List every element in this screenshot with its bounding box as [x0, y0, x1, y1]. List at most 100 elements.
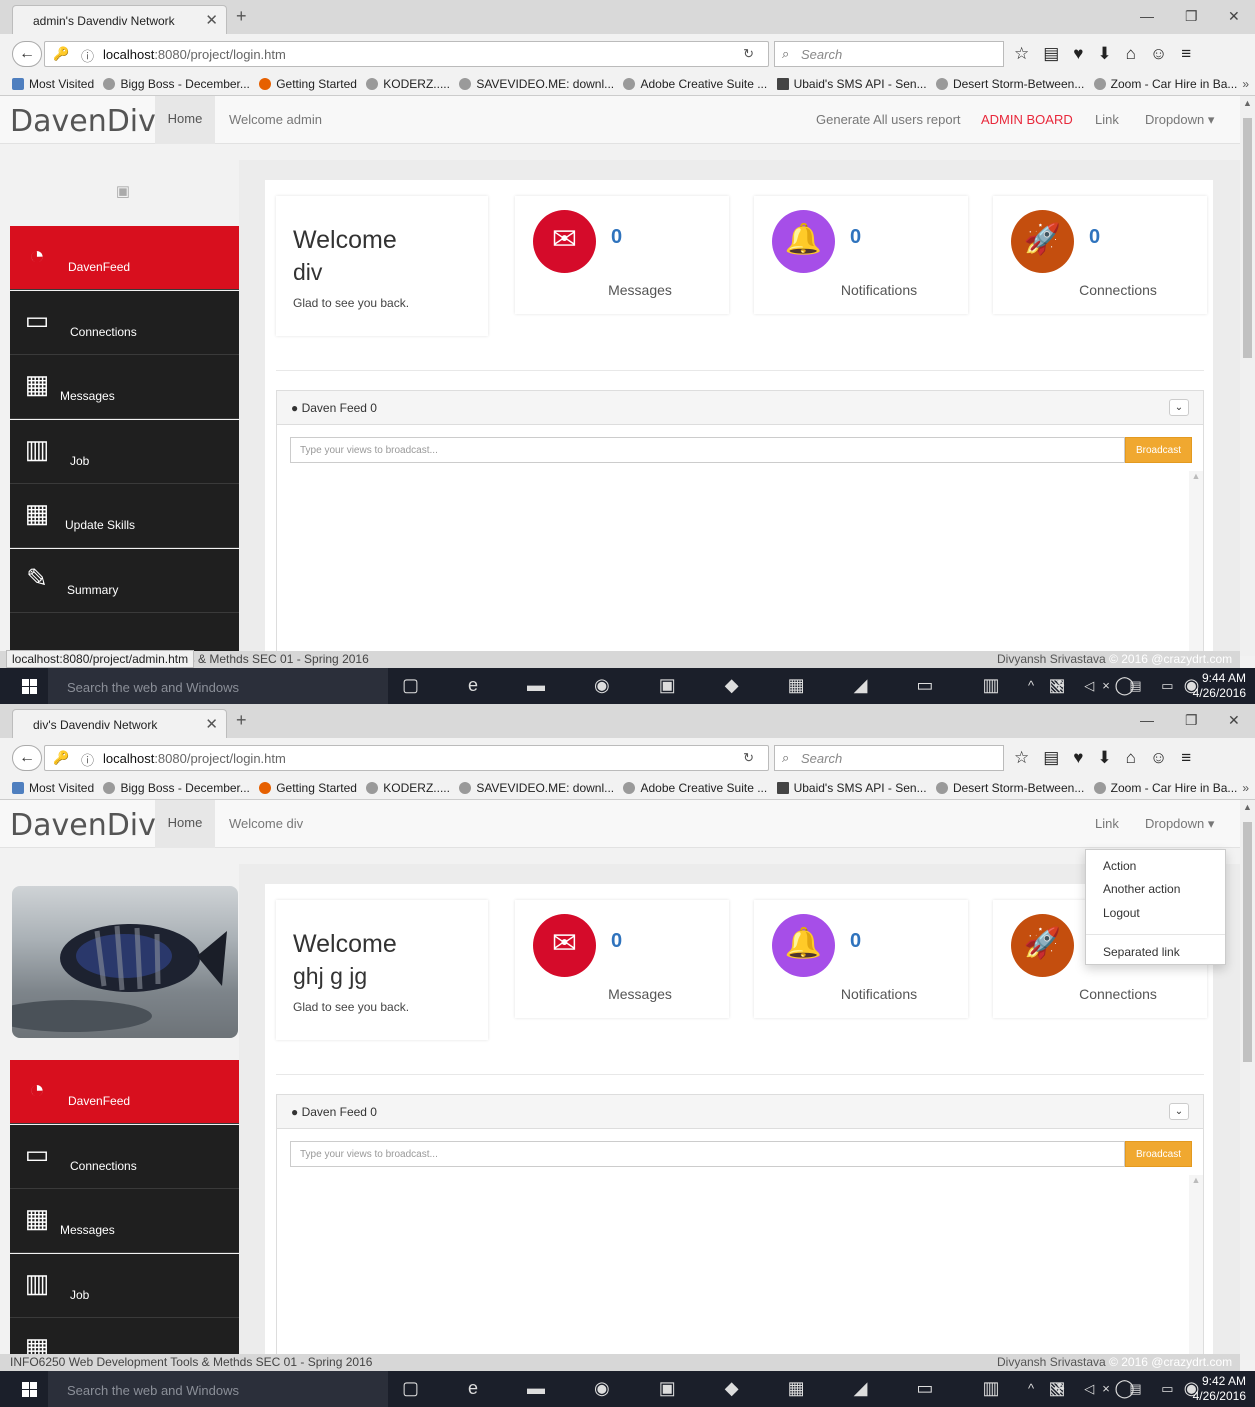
bookmark-item[interactable]: Zoom - Car Hire in Ba... — [1093, 781, 1237, 795]
broadcast-input[interactable]: Type your views to broadcast... — [290, 437, 1125, 463]
nav-dropdown[interactable]: Dropdown ▾ — [1145, 112, 1214, 128]
sidebar-item-update-skills[interactable]: ▦ — [10, 1318, 239, 1362]
more-bookmarks-icon[interactable]: » — [1242, 781, 1249, 795]
info-icon[interactable]: ⓘ — [81, 750, 94, 769]
restore-icon[interactable]: ❐ — [1185, 8, 1198, 25]
back-icon[interactable]: ← — [12, 41, 42, 67]
bookmark-item[interactable]: KODERZ..... — [366, 781, 450, 795]
browser-tab[interactable]: div's Davendiv Network ✕ — [12, 709, 227, 738]
nav-link[interactable]: Link — [1095, 112, 1119, 127]
bookmark-item[interactable]: Getting Started — [259, 77, 357, 91]
close-tab-icon[interactable]: ✕ — [205, 715, 218, 733]
bookmark-item[interactable]: Most Visited — [12, 77, 94, 91]
new-tab-icon[interactable]: + — [236, 6, 247, 27]
windows-start-icon[interactable] — [22, 1382, 38, 1397]
dropdown-item-separated-link[interactable]: Separated link — [1103, 945, 1180, 959]
nav-dropdown[interactable]: Dropdown ▾ — [1145, 816, 1214, 832]
qrcode-icon: ▦ — [24, 369, 50, 399]
messages-stat-card[interactable]: ✉ 0 Messages — [515, 900, 729, 1018]
brand-logo[interactable]: DavenDiv — [10, 104, 156, 139]
nav-generate-report[interactable]: Generate All users report — [816, 112, 961, 127]
page-scrollbar[interactable]: ▲ — [1240, 96, 1255, 656]
windows-start-icon[interactable] — [22, 679, 38, 694]
broadcast-input[interactable]: Type your views to broadcast... — [290, 1141, 1125, 1167]
bookmark-item[interactable]: Ubaid's SMS API - Sen... — [776, 781, 927, 795]
bookmark-item[interactable]: Desert Storm-Between... — [935, 781, 1084, 795]
broadcast-button[interactable]: Broadcast — [1125, 1141, 1192, 1167]
restore-icon[interactable]: ❐ — [1185, 712, 1198, 729]
reload-icon[interactable]: ↻ — [743, 46, 754, 62]
close-window-icon[interactable]: ✕ — [1228, 8, 1240, 25]
bookmark-item[interactable]: Ubaid's SMS API - Sen... — [776, 77, 927, 91]
new-tab-icon[interactable]: + — [236, 710, 247, 731]
connections-stat-card[interactable]: 🚀 0 Connections — [993, 196, 1207, 314]
sidebar-item-connections[interactable]: ▭ Connections — [10, 291, 239, 355]
nav-link[interactable]: Link — [1095, 816, 1119, 831]
close-window-icon[interactable]: ✕ — [1228, 712, 1240, 729]
collapse-chevron-icon[interactable]: ⌄ — [1169, 399, 1189, 416]
info-icon[interactable]: ⓘ — [81, 46, 94, 65]
sidebar-item-update-skills[interactable]: ▦ Update Skills — [10, 484, 239, 548]
feed-scrollbar[interactable]: ▲ — [1189, 1175, 1203, 1365]
reload-icon[interactable]: ↻ — [743, 750, 754, 766]
taskbar-clock[interactable]: 9:42 AM 4/26/2016 — [1186, 1374, 1246, 1404]
browser-search-input[interactable]: ⌕ Search — [774, 745, 1004, 771]
bookmark-item[interactable]: KODERZ..... — [366, 77, 450, 91]
taskbar-search[interactable]: Search the web and Windows — [48, 1371, 388, 1407]
page-scrollbar[interactable]: ▲ — [1240, 800, 1255, 1360]
close-tab-icon[interactable]: ✕ — [205, 11, 218, 29]
notifications-stat-card[interactable]: 🔔 0 Notifications — [754, 196, 968, 314]
sidebar-item-job[interactable]: ▥ Job — [10, 420, 239, 484]
minimize-icon[interactable]: — — [1140, 712, 1154, 728]
sidebar-item-messages[interactable]: ▦ Messages — [10, 1189, 239, 1253]
bookmark-item[interactable]: Zoom - Car Hire in Ba... — [1093, 77, 1237, 91]
system-tray-icons[interactable]: ^ ✤ ◁× ▤ ▭ — [1028, 1381, 1182, 1397]
notifications-stat-card[interactable]: 🔔 0 Notifications — [754, 900, 968, 1018]
bar-chart-icon: ▥ — [24, 434, 50, 464]
browser-navbar: ← 🔑 ⓘ localhost:8080/project/login.htm ↻… — [0, 738, 1255, 776]
sidebar-item-job[interactable]: ▥ Job — [10, 1254, 239, 1318]
browser-tab[interactable]: admin's Davendiv Network ✕ — [12, 5, 227, 34]
messages-stat-card[interactable]: ✉ 0 Messages — [515, 196, 729, 314]
minimize-icon[interactable]: — — [1140, 8, 1154, 24]
sidebar-item-messages[interactable]: ▦ Messages — [10, 355, 239, 419]
bookmark-item[interactable]: SAVEVIDEO.ME: downl... — [459, 781, 614, 795]
dropdown-item-another-action[interactable]: Another action — [1103, 882, 1180, 896]
browser-search-input[interactable]: ⌕ Search — [774, 41, 1004, 67]
feed-scrollbar[interactable]: ▲ — [1189, 471, 1203, 661]
bookmark-item[interactable]: SAVEVIDEO.ME: downl... — [459, 77, 614, 91]
system-tray-icons[interactable]: ^ ✤ ◁× ▤ ▭ — [1028, 678, 1182, 694]
sidebar-item-davenfeed[interactable]: ◔ DavenFeed — [10, 1060, 239, 1124]
back-icon[interactable]: ← — [12, 745, 42, 771]
notifications-count: 0 — [850, 930, 862, 952]
sidebar-item-connections[interactable]: ▭ Connections — [10, 1125, 239, 1189]
taskbar-search[interactable]: Search the web and Windows — [48, 668, 388, 704]
url-bar[interactable]: 🔑 ⓘ localhost:8080/project/login.htm ↻ — [44, 745, 769, 771]
nav-home[interactable]: Home — [155, 96, 215, 144]
sidebar-item-summary[interactable]: ✎ Summary — [10, 549, 239, 613]
nav-admin-board[interactable]: ADMIN BOARD — [981, 112, 1073, 127]
more-bookmarks-icon[interactable]: » — [1242, 77, 1249, 91]
bookmark-item[interactable]: Getting Started — [259, 781, 357, 795]
broadcast-button[interactable]: Broadcast — [1125, 437, 1192, 463]
browser-navbar: ← 🔑 ⓘ localhost:8080/project/login.htm ↻… — [0, 34, 1255, 72]
bookmark-item[interactable]: Adobe Creative Suite ... — [623, 781, 767, 795]
dropdown-item-action[interactable]: Action — [1103, 859, 1136, 873]
rocket-icon: 🚀 — [1011, 914, 1074, 977]
toolbar-icons[interactable]: ☆▤♥⬇⌂☺≡ — [1014, 44, 1205, 64]
divider — [276, 1074, 1204, 1075]
taskbar-clock[interactable]: 9:44 AM 4/26/2016 — [1186, 671, 1246, 701]
bookmark-item[interactable]: Most Visited — [12, 781, 94, 795]
bookmark-item[interactable]: Adobe Creative Suite ... — [623, 77, 767, 91]
bookmark-item[interactable]: Bigg Boss - December... — [103, 77, 250, 91]
collapse-chevron-icon[interactable]: ⌄ — [1169, 1103, 1189, 1120]
toolbar-icons[interactable]: ☆▤♥⬇⌂☺≡ — [1014, 748, 1205, 768]
sidebar-item-davenfeed[interactable]: ◔ DavenFeed — [10, 226, 239, 290]
dropdown-item-logout[interactable]: Logout — [1103, 906, 1140, 920]
url-bar[interactable]: 🔑 ⓘ localhost:8080/project/login.htm ↻ — [44, 41, 769, 67]
brand-logo[interactable]: DavenDiv — [10, 808, 156, 843]
bookmark-item[interactable]: Bigg Boss - December... — [103, 781, 250, 795]
sidebar-item-more[interactable] — [10, 613, 239, 653]
nav-home[interactable]: Home — [155, 800, 215, 848]
bookmark-item[interactable]: Desert Storm-Between... — [935, 77, 1084, 91]
